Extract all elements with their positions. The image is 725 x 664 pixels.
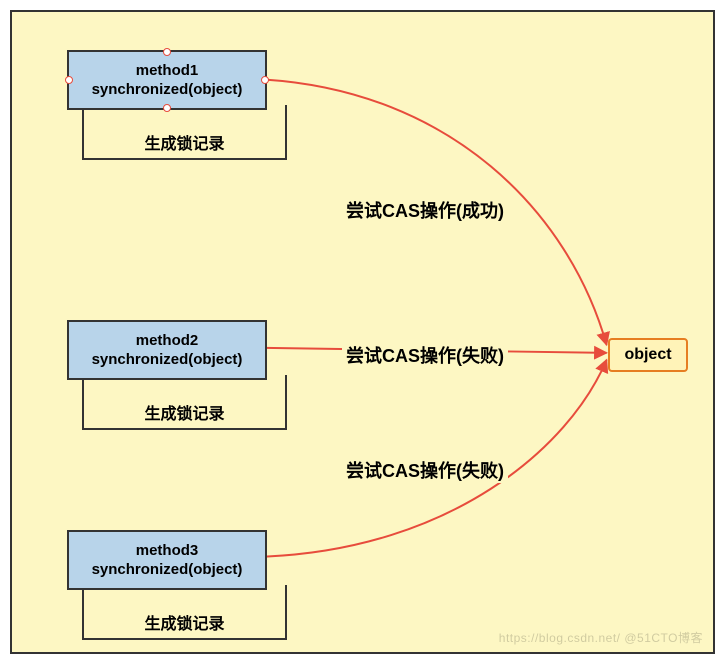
method1-box[interactable]: method1 synchronized(object) bbox=[67, 50, 267, 110]
edge-label-method1: 尝试CAS操作(成功) bbox=[342, 197, 508, 223]
method-lock-expr: synchronized(object) bbox=[92, 560, 243, 580]
object-label: object bbox=[624, 346, 671, 364]
selection-handle-icon[interactable] bbox=[65, 76, 73, 84]
selection-handle-icon[interactable] bbox=[163, 48, 171, 56]
method-name: method3 bbox=[136, 541, 199, 561]
edge-label-method2: 尝试CAS操作(失败) bbox=[342, 342, 508, 368]
selection-handle-icon[interactable] bbox=[261, 76, 269, 84]
selection-handle-icon[interactable] bbox=[163, 104, 171, 112]
edge-label-method3: 尝试CAS操作(失败) bbox=[342, 457, 508, 483]
method-lock-expr: synchronized(object) bbox=[92, 80, 243, 100]
method-name: method1 bbox=[136, 61, 199, 81]
method-name: method2 bbox=[136, 331, 199, 351]
method-lock-expr: synchronized(object) bbox=[92, 350, 243, 370]
method3-box[interactable]: method3 synchronized(object) bbox=[67, 530, 267, 590]
diagram-canvas: 生成锁记录 method1 synchronized(object) 生成锁记录… bbox=[10, 10, 715, 654]
method2-box[interactable]: method2 synchronized(object) bbox=[67, 320, 267, 380]
object-box[interactable]: object bbox=[608, 338, 688, 372]
